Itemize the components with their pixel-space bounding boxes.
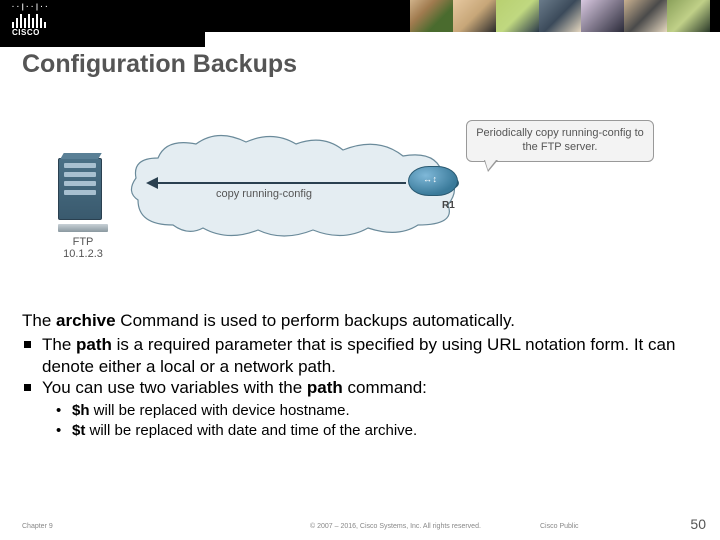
top-banner: · · | · · | · · CISCO — [0, 0, 720, 32]
footer-public: Cisco Public — [540, 523, 579, 530]
banner-photo-strip — [410, 0, 710, 32]
network-diagram: copy running-config FTP 10.1.2.3 ↔ ↕ R1 … — [44, 120, 604, 290]
server-ip: 10.1.2.3 — [58, 248, 108, 260]
sub-bullet-h: $h will be replaced with device hostname… — [56, 401, 702, 420]
cisco-bars-icon — [12, 14, 46, 28]
sub-bullet-t: $t will be replaced with date and time o… — [56, 421, 702, 440]
bullet-variables: You can use two variables with the path … — [22, 377, 702, 399]
cisco-dots-icon: · · | · · | · · — [12, 4, 48, 11]
callout-box: Periodically copy running-config to the … — [466, 120, 654, 162]
ftp-server-icon: FTP 10.1.2.3 — [58, 158, 108, 240]
callout-tail-icon — [484, 160, 498, 172]
bullet-path: The path is a required parameter that is… — [22, 334, 702, 378]
page-number: 50 — [690, 516, 706, 532]
router-icon: ↔ ↕ — [408, 166, 458, 202]
footer-chapter: Chapter 9 — [22, 523, 53, 530]
router-label: R1 — [442, 200, 455, 211]
arrow-head-icon — [146, 177, 158, 189]
body-content: The archive Command is used to perform b… — [22, 310, 702, 440]
arrow-label: copy running-config — [216, 188, 312, 200]
cisco-wordmark: CISCO — [12, 28, 40, 37]
arrow-line — [154, 182, 406, 184]
slide-title: Configuration Backups — [22, 50, 297, 79]
slide-footer: Chapter 9 © 2007 – 2016, Cisco Systems, … — [0, 516, 720, 540]
footer-copyright: © 2007 – 2016, Cisco Systems, Inc. All r… — [310, 523, 481, 530]
server-label: FTP — [58, 236, 108, 248]
intro-line: The archive Command is used to perform b… — [22, 310, 702, 332]
